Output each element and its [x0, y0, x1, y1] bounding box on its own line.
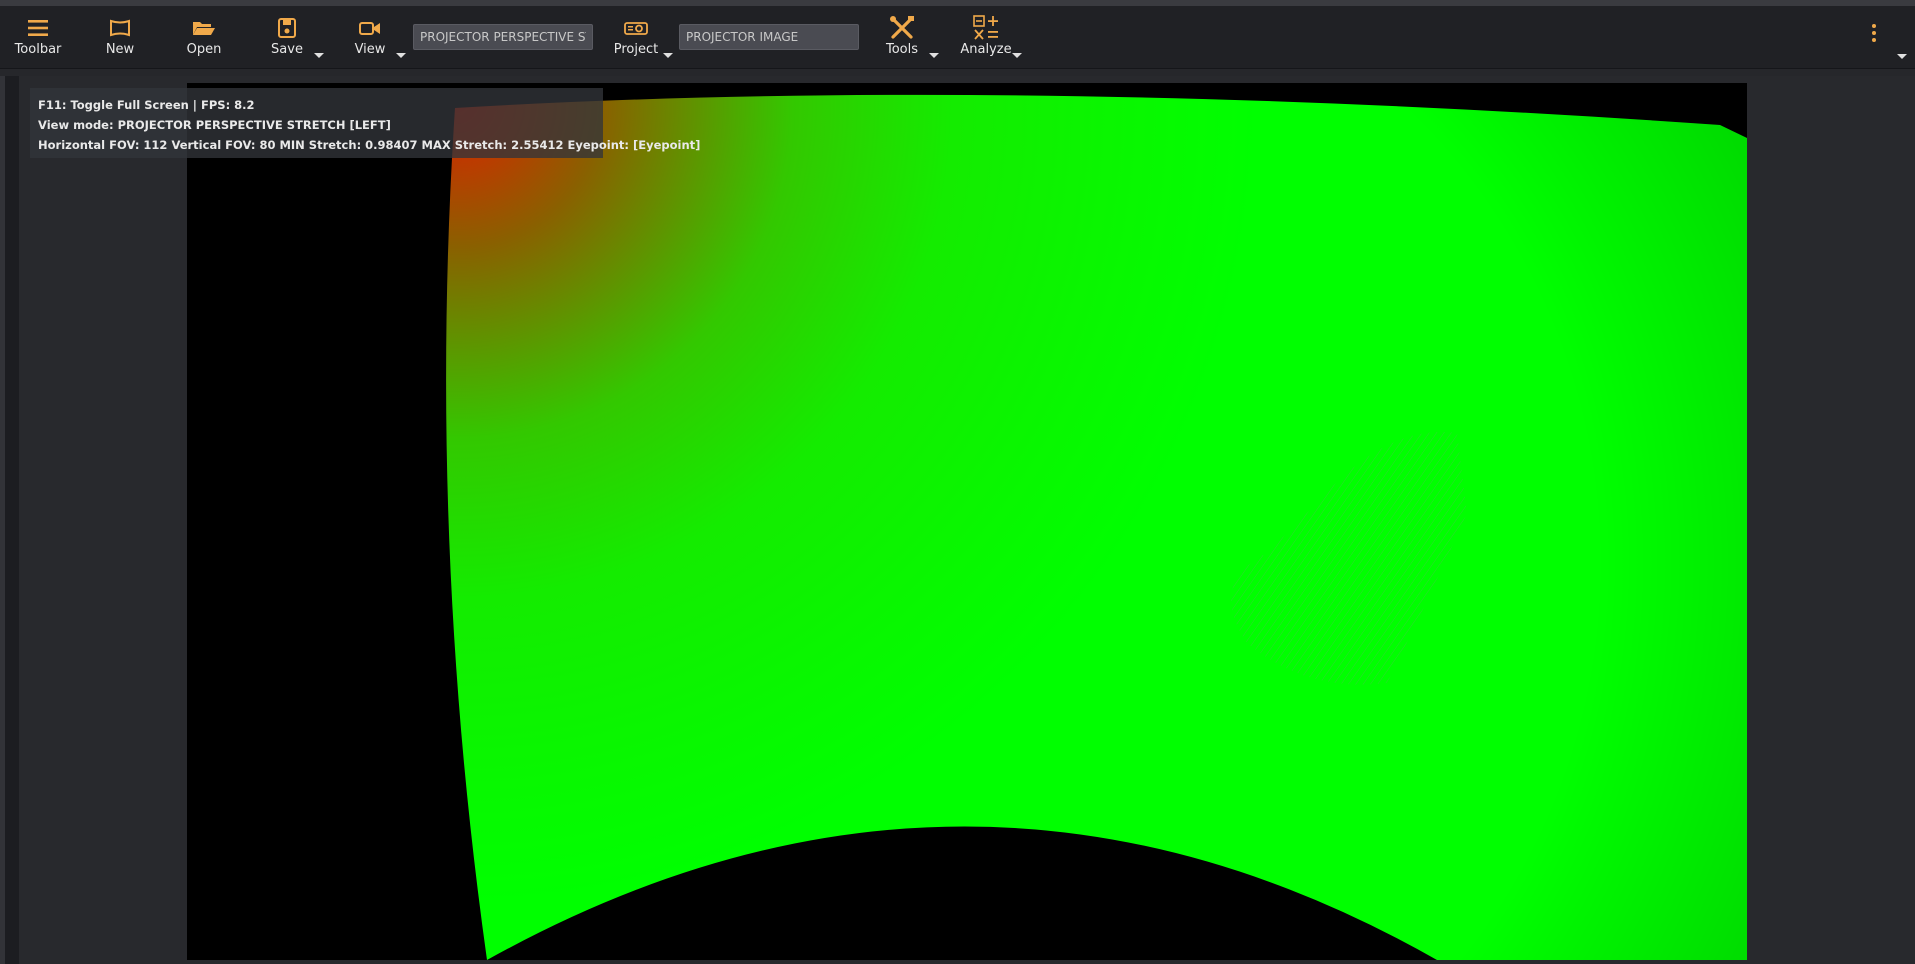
- tools-button[interactable]: Tools: [880, 6, 924, 68]
- project-label: Project: [613, 42, 659, 57]
- view-button[interactable]: View: [350, 6, 390, 68]
- folder-open-icon: [191, 16, 217, 40]
- fov-stretch-line: Horizontal FOV: 112 Vertical FOV: 80 MIN…: [38, 138, 701, 152]
- stretch-map-render: [446, 94, 1747, 960]
- wrench-screwdriver-icon: [889, 16, 915, 40]
- view-mode-line: View mode: PROJECTOR PERSPECTIVE STRETCH…: [38, 118, 391, 132]
- toolbar-overflow-caret[interactable]: [1897, 54, 1907, 59]
- view-dropdown-caret[interactable]: [396, 53, 406, 58]
- open-button[interactable]: Open: [178, 6, 230, 68]
- save-label: Save: [271, 42, 303, 57]
- projector-icon: [623, 16, 649, 40]
- calculator-icon: [973, 15, 999, 40]
- save-button[interactable]: Save: [264, 6, 310, 68]
- tools-dropdown-caret[interactable]: [929, 53, 939, 58]
- view-label: View: [354, 42, 386, 57]
- projector-image-field[interactable]: [679, 24, 859, 50]
- analyze-button[interactable]: Analyze: [960, 6, 1012, 68]
- new-label: New: [105, 42, 135, 57]
- toolbar-toggle-button[interactable]: Toolbar: [10, 6, 66, 68]
- new-canvas-icon: [108, 16, 132, 40]
- analyze-dropdown-caret[interactable]: [1012, 53, 1022, 58]
- new-button[interactable]: New: [96, 6, 144, 68]
- fps-line: F11: Toggle Full Screen | FPS: 8.2: [38, 98, 255, 112]
- info-overlay: F11: Toggle Full Screen | FPS: 8.2 View …: [30, 88, 701, 158]
- analyze-label: Analyze: [960, 42, 1012, 57]
- project-dropdown-caret[interactable]: [663, 53, 673, 58]
- tools-label: Tools: [885, 42, 919, 57]
- video-camera-icon: [358, 16, 382, 40]
- view-mode-field[interactable]: [413, 24, 593, 50]
- save-dropdown-caret[interactable]: [314, 53, 324, 58]
- floppy-disk-icon: [276, 16, 298, 40]
- left-panel-gutter: [5, 76, 19, 964]
- project-button[interactable]: Project: [612, 6, 660, 68]
- hamburger-menu-icon: [26, 16, 50, 40]
- toolbar-toggle-label: Toolbar: [14, 42, 62, 57]
- open-label: Open: [186, 42, 222, 57]
- main-toolbar: Toolbar New Open Save View PROJECTOR PER…: [0, 6, 1915, 69]
- projector-viewport[interactable]: [187, 83, 1747, 960]
- more-options-icon[interactable]: [1866, 18, 1882, 48]
